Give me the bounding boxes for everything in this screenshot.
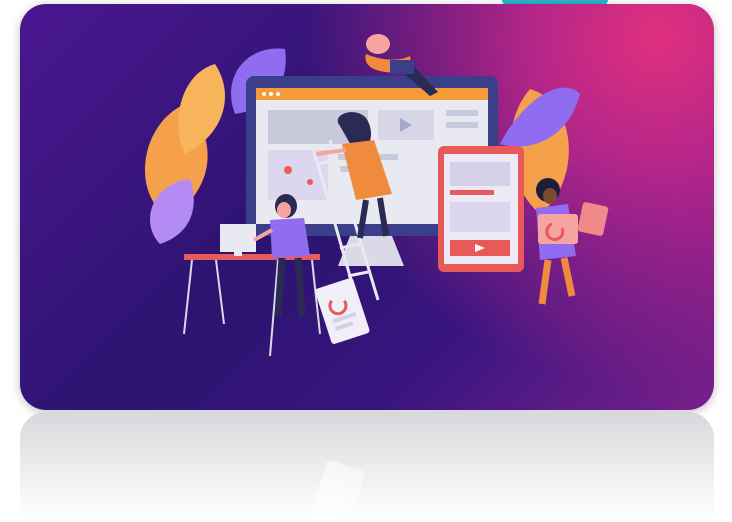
web-design-team-illustration [144, 34, 609, 357]
map-icon [268, 150, 328, 200]
person-right-icon [536, 178, 609, 305]
reflected-card-shape [310, 459, 366, 520]
hero-illustration-card [20, 4, 714, 410]
card-reflection [20, 412, 714, 520]
floating-card-icon [315, 277, 370, 344]
tablet-icon [438, 146, 524, 272]
